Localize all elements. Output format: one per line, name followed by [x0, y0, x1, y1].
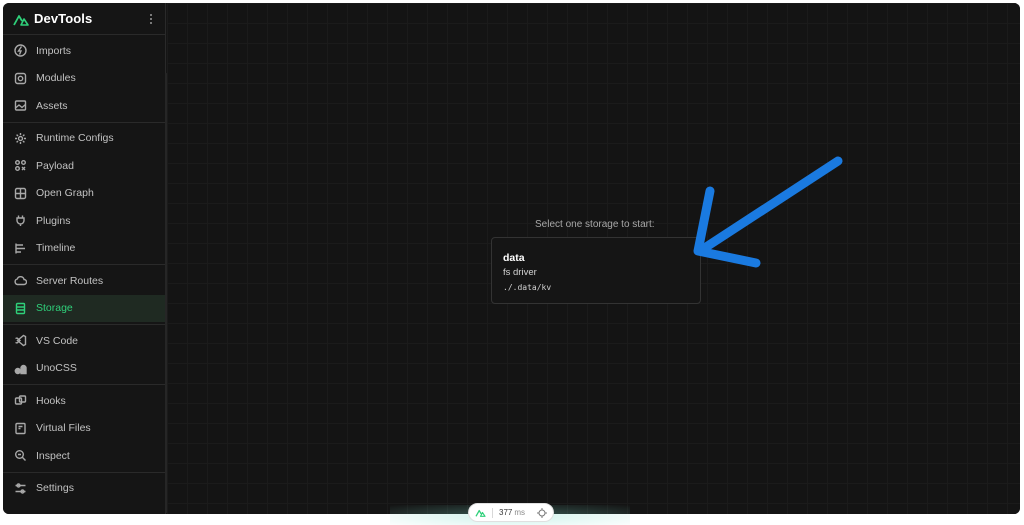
timeline-icon [14, 242, 27, 255]
sidebar-item-label: Server Routes [36, 274, 104, 287]
sidebar-item-open-graph[interactable]: Open Graph [3, 180, 165, 208]
sidebar-item-unocss[interactable]: UnoCSS [3, 355, 165, 383]
main-panel: Select one storage to start: data fs dri… [167, 3, 1020, 514]
sidebar-item-payload[interactable]: Payload [3, 152, 165, 180]
sidebar-item-storage[interactable]: Storage [3, 294, 165, 322]
nav-group: VS Code UnoCSS [3, 325, 165, 385]
hooks-icon [14, 394, 27, 407]
sidebar-item-label: Virtual Files [36, 422, 91, 435]
vscode-icon [14, 334, 27, 347]
devtools-status-pill[interactable]: 377 ms [468, 503, 554, 522]
payload-icon [14, 159, 27, 172]
storage-path: ./.data/kv [503, 283, 552, 292]
crosshair-icon[interactable] [537, 507, 547, 518]
sidebar-item-virtual-files[interactable]: Virtual Files [3, 415, 165, 443]
sidebar-item-label: Assets [36, 99, 68, 112]
sidebar-item-label: Imports [36, 44, 72, 57]
render-time-value: 377 [499, 508, 513, 517]
sidebar-item-label: Modules [36, 72, 76, 85]
sidebar-item-inspect[interactable]: Inspect [3, 442, 165, 470]
database-icon [14, 302, 27, 315]
sidebar-item-label: Runtime Configs [36, 132, 114, 145]
sidebar-item-label: Inspect [36, 449, 70, 462]
storage-name: data [503, 252, 525, 264]
app-title: DevTools [34, 11, 93, 26]
nav-group: Imports Modules Assets [3, 35, 165, 123]
sidebar-item-imports[interactable]: Imports [3, 37, 165, 65]
sidebar-item-label: Storage [36, 302, 73, 315]
nuxt-logo-icon [13, 14, 29, 26]
sidebar-item-assets[interactable]: Assets [3, 92, 165, 120]
modules-icon [14, 72, 27, 85]
devtools-window: DevTools Imports Modules Assets Runtime Con… [3, 3, 1020, 514]
sidebar-item-label: VS Code [36, 334, 79, 347]
annotation-arrow-icon [693, 156, 843, 268]
sidebar-item-label: Plugins [36, 214, 71, 227]
nav-group: Runtime Configs Payload Open Graph Plugins T… [3, 123, 165, 265]
sidebar-item-settings[interactable]: Settings [3, 475, 165, 503]
sidebar-nav: Imports Modules Assets Runtime Configs Paylo… [3, 35, 165, 504]
sidebar-item-runtime-configs[interactable]: Runtime Configs [3, 125, 165, 153]
inspect-icon [14, 449, 27, 462]
open-graph-icon [14, 187, 27, 200]
nav-group: Server Routes Storage [3, 265, 165, 325]
sliders-icon [14, 482, 27, 495]
gear-icon [14, 132, 27, 145]
sidebar-item-timeline[interactable]: Timeline [3, 235, 165, 263]
pill-separator [492, 507, 493, 518]
sidebar-item-label: Settings [36, 482, 74, 495]
plug-icon [14, 214, 27, 227]
storage-card-data[interactable]: data fs driver ./.data/kv [491, 237, 701, 304]
sidebar-item-modules[interactable]: Modules [3, 65, 165, 93]
unocss-icon [14, 362, 27, 375]
sidebar: DevTools Imports Modules Assets Runtime Con… [3, 3, 166, 514]
cloud-icon [14, 274, 27, 287]
image-icon [14, 99, 27, 112]
sidebar-item-hooks[interactable]: Hooks [3, 387, 165, 415]
sidebar-item-label: Open Graph [36, 187, 94, 200]
sidebar-item-label: Payload [36, 159, 74, 172]
storage-prompt: Select one storage to start: [535, 219, 655, 230]
sidebar-item-vs-code[interactable]: VS Code [3, 327, 165, 355]
sidebar-item-label: UnoCSS [36, 362, 77, 375]
nuxt-mini-logo-icon [475, 509, 486, 517]
sidebar-item-plugins[interactable]: Plugins [3, 207, 165, 235]
file-icon [14, 422, 27, 435]
sidebar-item-label: Timeline [36, 242, 76, 255]
storage-driver: fs driver [503, 267, 537, 278]
nav-group: Settings [3, 473, 165, 505]
more-menu-icon[interactable] [145, 11, 157, 27]
sidebar-item-label: Hooks [36, 394, 66, 407]
nav-group: Hooks Virtual Files Inspect [3, 385, 165, 473]
render-time-unit: ms [514, 508, 526, 517]
sidebar-item-server-routes[interactable]: Server Routes [3, 267, 165, 295]
sidebar-header: DevTools [3, 3, 165, 35]
lightning-icon [14, 44, 27, 57]
